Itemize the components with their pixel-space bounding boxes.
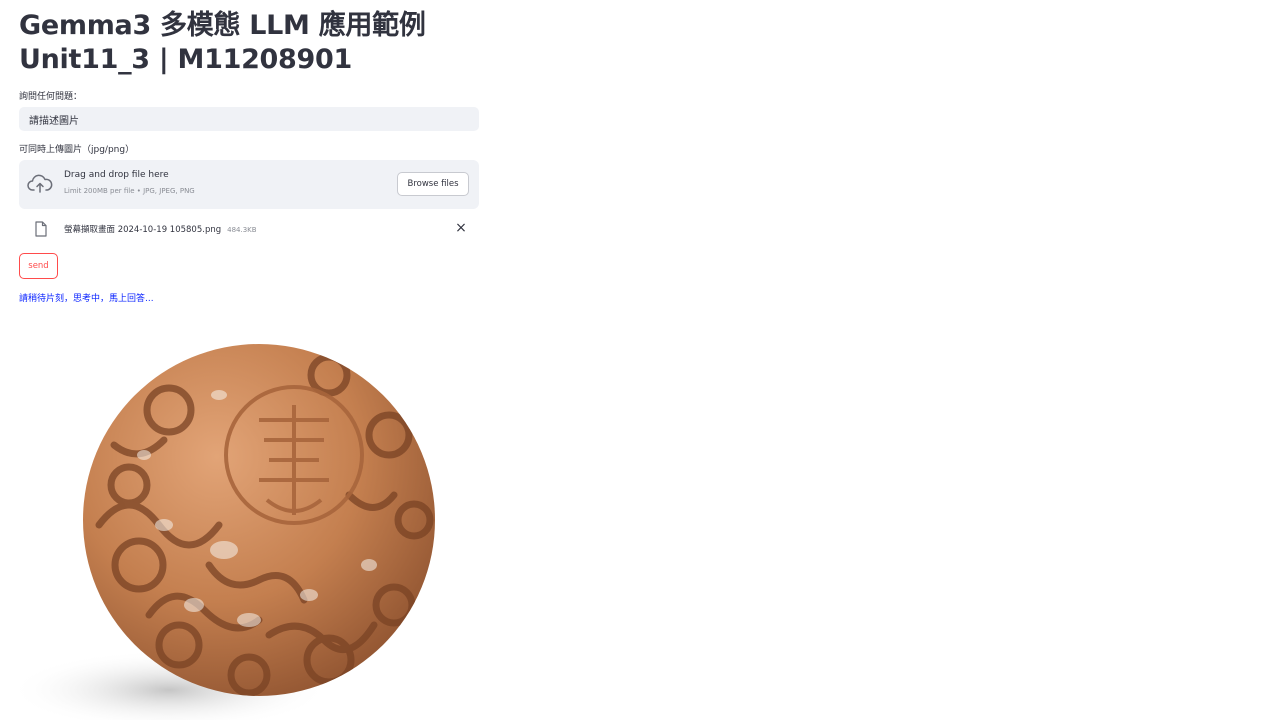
page-title-line1: Gemma3 多模態 LLM 應用範例 [19, 10, 426, 41]
dropzone-limit: Limit 200MB per file • JPG, JPEG, PNG [64, 187, 195, 195]
dropzone-title: Drag and drop file here [64, 170, 169, 180]
uploaded-file-row: 螢幕擷取畫面 2024-10-19 105805.png 484.3KB × [19, 218, 479, 240]
question-label: 詢問任何問題： [19, 92, 83, 102]
file-icon [35, 221, 47, 237]
status-message: 請稍待片刻，思考中，馬上回答... [19, 294, 154, 304]
question-input[interactable] [19, 107, 479, 131]
uploader-label: 可同時上傳圖片（jpg/png） [19, 145, 135, 155]
file-size: 484.3KB [227, 226, 257, 234]
uploaded-image-preview [19, 344, 435, 720]
page-title: Gemma3 多模態 LLM 應用範例 Unit11_3 | M11208901 [19, 9, 479, 77]
remove-file-close-icon[interactable]: × [453, 220, 469, 236]
page-title-line2: Unit11_3 | M11208901 [19, 44, 352, 75]
send-button[interactable]: send [19, 253, 58, 279]
cloud-upload-icon [27, 174, 53, 193]
file-dropzone[interactable]: Drag and drop file here Limit 200MB per … [19, 160, 479, 209]
file-name: 螢幕擷取畫面 2024-10-19 105805.png [64, 225, 222, 235]
browse-files-button[interactable]: Browse files [397, 172, 469, 196]
uploaded-file-name: 螢幕擷取畫面 2024-10-19 105805.png 484.3KB [64, 223, 257, 235]
